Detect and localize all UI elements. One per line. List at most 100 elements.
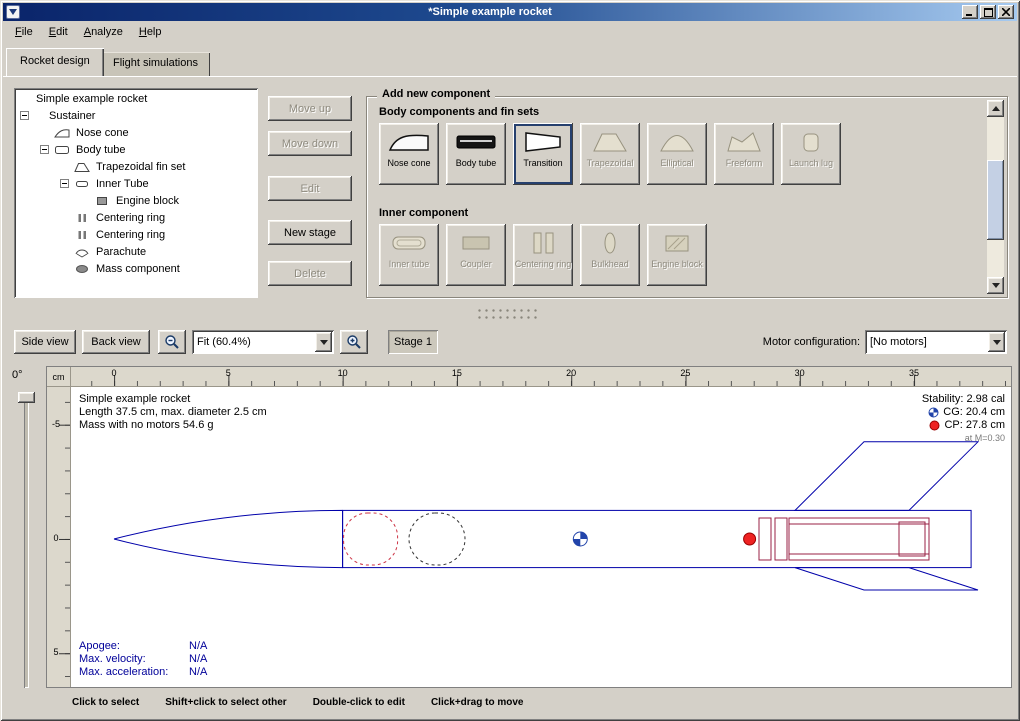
tab-flight-simulations[interactable]: Flight simulations: [101, 52, 210, 76]
add-inner-tube-button[interactable]: Inner tube: [379, 224, 439, 286]
flight-data-block: Apogee: N/A Max. velocity: N/A Max. acce…: [79, 640, 207, 679]
zoom-in-button[interactable]: [340, 330, 368, 354]
rotation-slider-track[interactable]: [24, 392, 29, 688]
centering-ring-icon: [74, 229, 90, 241]
centering-ring-icon: [74, 212, 90, 224]
menu-bar: File Edit Analyze Help: [3, 21, 1017, 43]
trapezoidal-fin-icon: [588, 128, 632, 156]
arrow-down-icon: [992, 283, 1000, 292]
add-nose-cone-button[interactable]: Nose cone: [379, 123, 439, 185]
back-view-button[interactable]: Back view: [82, 330, 150, 354]
engine-block-icon: [94, 195, 110, 207]
tree-row[interactable]: Centering ring: [14, 226, 258, 243]
add-elliptical-fin-button[interactable]: Elliptical: [647, 123, 707, 185]
inner-tube-icon: [74, 178, 90, 190]
combo-dropdown-button[interactable]: [988, 332, 1005, 352]
cg-legend-icon: [928, 407, 939, 418]
rocket-nose-cone[interactable]: [114, 510, 343, 567]
motor-configuration-label: Motor configuration:: [700, 336, 860, 348]
zoom-level-combobox[interactable]: Fit (60.4%): [192, 330, 334, 354]
combo-dropdown-button[interactable]: [315, 332, 332, 352]
menu-edit[interactable]: Edit: [41, 23, 76, 42]
max-acceleration-label: Max. acceleration:: [79, 666, 189, 679]
centering-ring-icon: [521, 229, 565, 257]
apogee-label: Apogee:: [79, 640, 189, 653]
rocket-fin-top[interactable]: [795, 442, 978, 511]
stability-block: Stability: 2.98 cal CG: 20.4 cm CP: 27.8…: [922, 393, 1005, 445]
bulkhead-icon: [588, 229, 632, 257]
add-coupler-button[interactable]: Coupler: [446, 224, 506, 286]
side-view-button[interactable]: Side view: [14, 330, 76, 354]
title-bar[interactable]: *Simple example rocket: [3, 3, 1017, 21]
tree-row[interactable]: Trapezoidal fin set: [14, 158, 258, 175]
horizontal-ruler: 0 5 10 15 20 25 30 35: [71, 367, 1011, 387]
motor-mount-assembly[interactable]: [759, 518, 929, 560]
add-engine-block-button[interactable]: Engine block: [647, 224, 707, 286]
add-bulkhead-button[interactable]: Bulkhead: [580, 224, 640, 286]
rocket-fin-bottom[interactable]: [795, 568, 978, 590]
rocket-info-block: Simple example rocket Length 37.5 cm, ma…: [79, 393, 267, 432]
add-body-tube-button[interactable]: Body tube: [446, 123, 506, 185]
elliptical-fin-icon: [655, 128, 699, 156]
ruler-tick-label: 0: [111, 368, 116, 378]
rotation-angle-label: 0°: [12, 369, 23, 381]
tree-row[interactable]: Parachute: [14, 243, 258, 260]
tree-item-label: Nose cone: [74, 127, 131, 139]
nose-cone-icon: [387, 128, 431, 156]
scrollbar-thumb[interactable]: [987, 160, 1004, 240]
close-button[interactable]: [998, 5, 1014, 19]
tab-rocket-design[interactable]: Rocket design: [6, 48, 104, 76]
menu-analyze[interactable]: Analyze: [76, 23, 131, 42]
collapse-icon[interactable]: [20, 111, 29, 120]
add-centering-ring-button[interactable]: Centering ring: [513, 224, 573, 286]
scroll-up-button[interactable]: [987, 100, 1004, 117]
rocket-body-tube[interactable]: [343, 510, 972, 567]
tree-row[interactable]: Body tube: [14, 141, 258, 158]
collapse-icon[interactable]: [60, 179, 69, 188]
edit-button[interactable]: Edit: [268, 176, 352, 201]
tree-row[interactable]: Sustainer: [14, 107, 258, 124]
scroll-down-button[interactable]: [987, 277, 1004, 294]
cg-marker: [573, 532, 587, 546]
zoom-out-button[interactable]: [158, 330, 186, 354]
maximize-button[interactable]: [980, 5, 996, 19]
delete-button[interactable]: Delete: [268, 261, 352, 286]
inner-tube-icon: [387, 229, 431, 257]
tree-row[interactable]: Engine block: [14, 192, 258, 209]
new-stage-button[interactable]: New stage: [268, 220, 352, 245]
fin-set-icon: [74, 161, 90, 173]
window-menu-icon[interactable]: [6, 5, 20, 19]
tree-row[interactable]: Inner Tube: [14, 175, 258, 192]
tree-row[interactable]: Centering ring: [14, 209, 258, 226]
minimize-button[interactable]: [962, 5, 978, 19]
tree-row[interactable]: Nose cone: [14, 124, 258, 141]
tree-row[interactable]: Simple example rocket: [14, 90, 258, 107]
cg-value: CG: 20.4 cm: [943, 406, 1005, 419]
menu-file[interactable]: File: [7, 23, 41, 42]
add-transition-button[interactable]: Transition: [513, 123, 573, 185]
menu-help[interactable]: Help: [131, 23, 170, 42]
ruler-tick-label: 5: [49, 647, 63, 657]
collapse-icon[interactable]: [40, 145, 49, 154]
mass-component-outline[interactable]: [409, 513, 465, 565]
tree-item-label: Sustainer: [47, 110, 97, 122]
apogee-value: N/A: [189, 640, 207, 653]
component-panel-scrollbar[interactable]: [987, 100, 1004, 294]
max-velocity-value: N/A: [189, 653, 207, 666]
add-freeform-fin-button[interactable]: Freeform: [714, 123, 774, 185]
rocket-canvas[interactable]: Simple example rocket Length 37.5 cm, ma…: [71, 387, 1011, 687]
motor-configuration-combobox[interactable]: [No motors]: [865, 330, 1007, 354]
body-tube-icon: [454, 128, 498, 156]
move-down-button[interactable]: Move down: [268, 131, 352, 156]
max-velocity-label: Max. velocity:: [79, 653, 189, 666]
ruler-tick-label: 20: [566, 368, 576, 378]
tree-row[interactable]: Mass component: [14, 260, 258, 277]
add-launch-lug-button[interactable]: Launch lug: [781, 123, 841, 185]
stage-1-toggle[interactable]: Stage 1: [388, 330, 438, 354]
parachute-outline[interactable]: [344, 513, 398, 565]
ruler-tick-label: 25: [680, 368, 690, 378]
splitter-handle[interactable]: [474, 305, 538, 319]
move-up-button[interactable]: Move up: [268, 96, 352, 121]
add-trapezoidal-fin-button[interactable]: Trapezoidal: [580, 123, 640, 185]
rotation-slider-thumb[interactable]: [18, 392, 35, 403]
